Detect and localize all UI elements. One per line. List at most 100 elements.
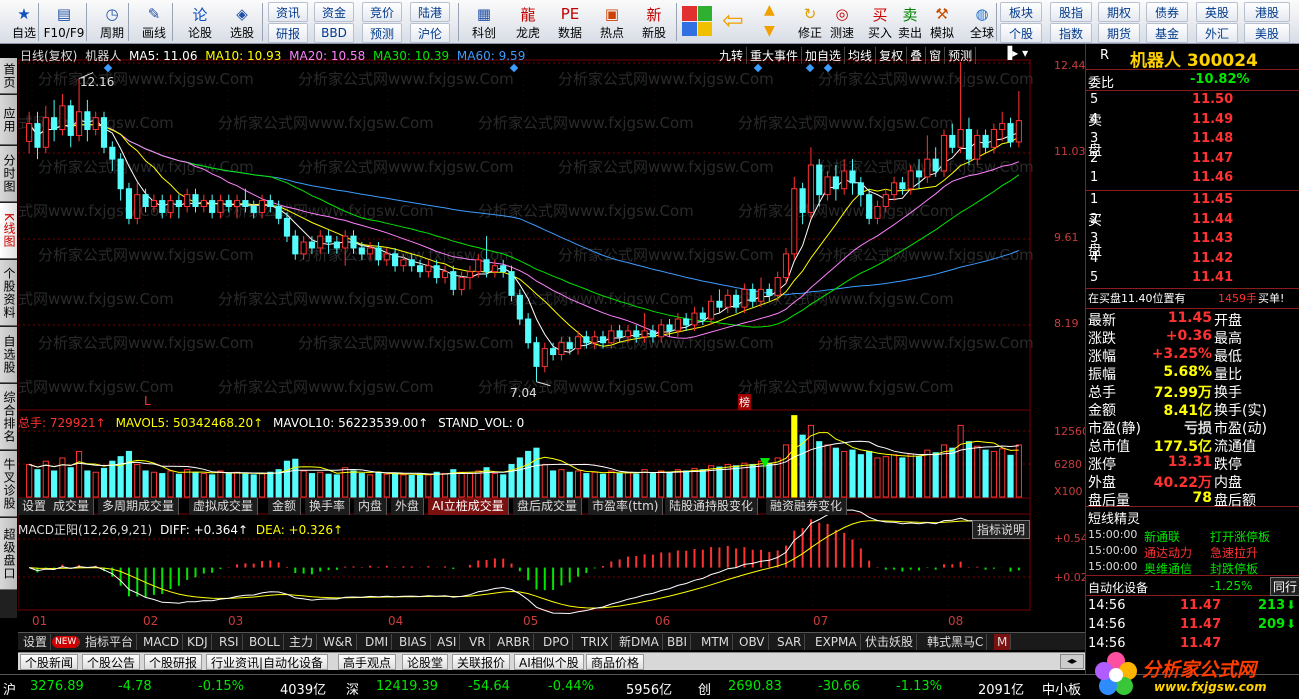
indicator-tab-11[interactable]: ASI <box>434 634 461 650</box>
toolbar-lun-button[interactable]: 论论股 <box>180 1 220 43</box>
left-tab-7[interactable]: 牛叉诊股 <box>0 451 17 517</box>
chart-button-6[interactable]: 窗 <box>926 47 946 64</box>
toolbar-link-button[interactable]: 美股 <box>1244 23 1290 43</box>
info-tab-6[interactable]: 关联报价 <box>452 654 511 670</box>
toolbar-link-button[interactable]: BBD <box>314 23 354 43</box>
toolbar-link-button[interactable]: 基金 <box>1146 23 1188 43</box>
indicator-tab-9[interactable]: DMI <box>362 634 393 650</box>
info-tab-1[interactable]: 个股公告 <box>82 654 141 670</box>
zxb-label[interactable]: 中小板 <box>1042 679 1081 698</box>
left-tab-2[interactable]: 分时图 <box>0 146 17 202</box>
toolbar-link-button[interactable]: 研报 <box>268 23 308 43</box>
toolbar-alarm-button[interactable]: ◎ 测速 <box>822 1 862 43</box>
page-down-icon[interactable]: ▼ <box>764 22 775 40</box>
volume-tab-11[interactable]: 陆股通持股变化 <box>665 498 759 515</box>
indicator-tab-5[interactable]: RSI <box>216 634 243 650</box>
indicator-help-button[interactable]: 指标说明 <box>972 520 1031 539</box>
indicator-tab-4[interactable]: KDJ <box>184 634 212 650</box>
left-tab-6[interactable]: 综合排名 <box>0 384 17 450</box>
toolbar-link-button[interactable]: 英股 <box>1196 2 1238 22</box>
volume-tab-6[interactable]: 内盘 <box>354 498 388 515</box>
back-arrow-icon[interactable]: ⇦ <box>722 6 744 36</box>
info-tab-5[interactable]: 论股堂 <box>402 654 449 670</box>
left-tab-8[interactable]: 超级盘口 <box>0 518 17 590</box>
toolbar-hot-button[interactable]: ▣ 热点 <box>592 1 632 43</box>
indicator-tab-23[interactable]: 韩式黑马C <box>924 634 988 650</box>
left-tab-3[interactable]: K线图 <box>0 203 17 259</box>
toolbar-link-button[interactable]: 港股 <box>1244 2 1290 22</box>
chart-button-0[interactable]: 九转 <box>716 47 748 64</box>
indicator-tab-19[interactable]: OBV <box>736 634 769 650</box>
toolbar-link-button[interactable]: 资金 <box>314 2 354 22</box>
cy-index[interactable]: 2690.83 <box>728 679 782 694</box>
toolbar-link-button[interactable]: 外汇 <box>1196 23 1238 43</box>
left-tab-1[interactable]: 应用 <box>0 95 17 145</box>
marker-l[interactable]: L <box>144 394 151 408</box>
volume-tab-0[interactable]: 设置 <box>18 498 52 515</box>
toolbar-link-button[interactable]: 个股 <box>1000 23 1042 43</box>
info-tab-8[interactable]: 商品价格 <box>586 654 645 670</box>
toolbar-link-button[interactable]: 预测 <box>362 23 402 43</box>
toolbar-pe-button[interactable]: PE 数据 <box>550 1 590 43</box>
indicator-tab-14[interactable]: DPO <box>540 634 573 650</box>
volume-tab-7[interactable]: 外盘 <box>391 498 425 515</box>
indicator-tab-10[interactable]: BIAS <box>396 634 431 650</box>
volume-tab-1[interactable]: 成交量 <box>49 498 95 515</box>
sh-index[interactable]: 3276.89 <box>30 679 84 694</box>
layout-grid-icon[interactable] <box>682 6 712 36</box>
chart-button-7[interactable]: 预测 <box>945 47 977 64</box>
info-tab-4[interactable]: 高手观点 <box>338 654 397 670</box>
toolbar-link-button[interactable]: 板块 <box>1000 2 1042 22</box>
toolbar-selectstock-button[interactable]: ◈ 选股 <box>222 1 262 43</box>
indicator-tab-1[interactable]: NEW <box>52 636 81 648</box>
toolbar-link-button[interactable]: 资讯 <box>268 2 308 22</box>
toolbar-kechuang-button[interactable]: ▦ 科创 <box>464 1 504 43</box>
indicator-tab-12[interactable]: VR <box>466 634 490 650</box>
volume-tab-2[interactable]: 多周期成交量 <box>98 498 180 515</box>
chart-nav-arrows[interactable]: ▐▸ ▾ <box>1003 46 1028 60</box>
toolbar-link-button[interactable]: 期货 <box>1098 23 1140 43</box>
indicator-tab-0[interactable]: 设置 <box>20 634 52 650</box>
info-tab-3[interactable]: 行业资讯|自动化设备 <box>206 654 329 670</box>
left-tab-0[interactable]: 首页 <box>0 58 17 94</box>
volume-tab-9[interactable]: 盘后成交量 <box>513 498 583 515</box>
indicator-tab-3[interactable]: MACD <box>140 634 183 650</box>
toolbar-link-button[interactable]: 陆港 <box>410 2 450 22</box>
indicator-tab-13[interactable]: ARBR <box>494 634 535 650</box>
info-tab-2[interactable]: 个股研报 <box>144 654 203 670</box>
info-tab-0[interactable]: 个股新闻 <box>20 654 79 670</box>
scroll-arrows[interactable]: ◂▸ <box>1060 654 1084 669</box>
indicator-tab-17[interactable]: BBI <box>664 634 692 650</box>
indicator-tab-22[interactable]: 伏击妖股 <box>862 634 918 650</box>
chart-button-4[interactable]: 复权 <box>876 47 908 64</box>
volume-tab-12[interactable]: 融资融券变化 <box>766 498 848 515</box>
toolbar-link-button[interactable]: 债券 <box>1146 2 1188 22</box>
toolbar-link-button[interactable]: 指数 <box>1050 23 1092 43</box>
indicator-tab-21[interactable]: EXPMA <box>812 634 861 650</box>
page-up-icon[interactable]: ▲ <box>764 1 775 19</box>
info-tab-7[interactable]: AI相似个股 <box>514 654 584 670</box>
volume-tab-3[interactable]: 虚拟成交量 <box>189 498 259 515</box>
chart-button-5[interactable]: 叠 <box>907 47 927 64</box>
marker-bang[interactable]: 榜 <box>738 394 751 410</box>
indicator-tab-20[interactable]: SAR <box>774 634 806 650</box>
kline-chart-area[interactable]: 分析家公式网www.fxjgsw.Com 分析家公式网www.fxjgsw.Com… <box>0 44 1095 630</box>
sector-tab[interactable]: 同行 <box>1270 577 1299 596</box>
indicator-tab-8[interactable]: W&R <box>320 634 357 650</box>
chart-button-2[interactable]: 加自选 <box>802 47 846 64</box>
toolbar-dragon-button[interactable]: 龍龙虎 <box>508 1 548 43</box>
indicator-tab-15[interactable]: TRIX <box>578 634 613 650</box>
left-tab-5[interactable]: 自选股 <box>0 327 17 383</box>
indicator-tab-2[interactable]: 指标平台 <box>82 634 138 650</box>
chart-button-3[interactable]: 均线 <box>845 47 877 64</box>
volume-tab-8[interactable]: AI立桩成交量 <box>428 498 509 515</box>
toolbar-pencil-button[interactable]: ✎ 画线 <box>134 1 174 43</box>
indicator-tab-6[interactable]: BOLL <box>246 634 284 650</box>
toolbar-hammer-button[interactable]: ⚒ 模拟 <box>922 1 962 43</box>
volume-tab-10[interactable]: 市盈率(ttm) <box>588 498 664 515</box>
toolbar-link-button[interactable]: 竞价 <box>362 2 402 22</box>
toolbar-link-button[interactable]: 沪伦 <box>410 23 450 43</box>
toolbar-newstock-button[interactable]: 新新股 <box>634 1 674 43</box>
toolbar-link-button[interactable]: 股指 <box>1050 2 1092 22</box>
chart-button-1[interactable]: 重大事件 <box>747 47 803 64</box>
